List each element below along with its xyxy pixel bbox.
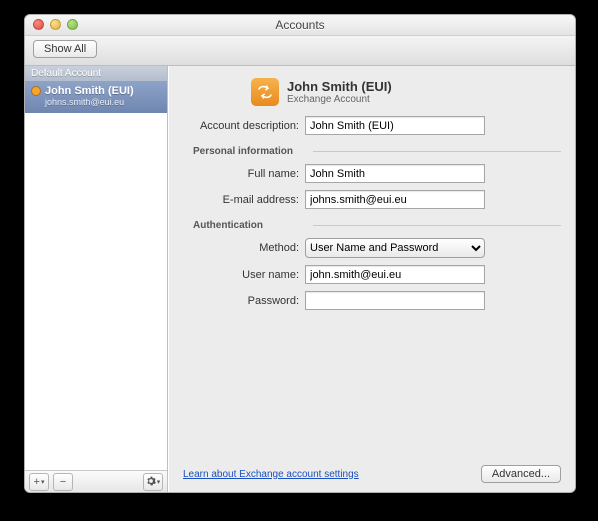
advanced-button[interactable]: Advanced... [481, 465, 561, 483]
toolbar: Show All [25, 36, 575, 66]
label-username: User name: [183, 269, 305, 281]
window-title: Accounts [25, 15, 575, 35]
chevron-down-icon: ▾ [41, 478, 45, 486]
label-method: Method: [183, 242, 305, 254]
accounts-sidebar: Default Account John Smith (EUI) johns.s… [25, 66, 168, 493]
divider [313, 225, 561, 226]
plus-icon: + [34, 476, 40, 488]
password-field[interactable] [305, 291, 485, 310]
add-account-button[interactable]: +▾ [29, 473, 49, 491]
learn-link[interactable]: Learn about Exchange account settings [183, 469, 359, 480]
label-description: Account description: [183, 120, 305, 132]
show-all-button[interactable]: Show All [33, 40, 97, 58]
sidebar-section-header: Default Account [25, 66, 167, 81]
sidebar-footer: +▾ − ▾ [25, 470, 167, 493]
auth-method-select[interactable]: User Name and Password [305, 238, 485, 258]
zoom-icon[interactable] [67, 19, 78, 30]
accounts-window: Accounts Show All Default Account John S… [24, 14, 576, 493]
user-name-field[interactable] [305, 265, 485, 284]
sidebar-account-email: johns.smith@eui.eu [45, 97, 161, 107]
account-form: Account description: Personal informatio… [183, 116, 561, 310]
sidebar-account-item[interactable]: John Smith (EUI) johns.smith@eui.eu [25, 81, 167, 113]
settings-menu-button[interactable]: ▾ [143, 473, 163, 491]
minus-icon: − [60, 476, 66, 488]
label-password: Password: [183, 295, 305, 307]
account-header: John Smith (EUI) Exchange Account [251, 78, 561, 106]
section-personal: Personal information [183, 146, 561, 157]
accounts-list[interactable]: Default Account John Smith (EUI) johns.s… [25, 66, 167, 470]
titlebar: Accounts [25, 15, 575, 36]
chevron-down-icon: ▾ [157, 478, 161, 486]
section-personal-label: Personal information [183, 146, 309, 157]
sidebar-account-name: John Smith (EUI) [45, 85, 134, 97]
exchange-icon [251, 78, 279, 106]
remove-account-button[interactable]: − [53, 473, 73, 491]
minimize-icon[interactable] [50, 19, 61, 30]
label-email: E-mail address: [183, 194, 305, 206]
divider [313, 151, 561, 152]
account-type: Exchange Account [287, 94, 392, 105]
email-field[interactable] [305, 190, 485, 209]
account-detail-pane: John Smith (EUI) Exchange Account Accoun… [168, 66, 575, 493]
section-auth-label: Authentication [183, 220, 309, 231]
gear-icon [146, 476, 156, 489]
detail-footer: Learn about Exchange account settings Ad… [183, 457, 561, 483]
section-auth: Authentication [183, 220, 561, 231]
label-fullname: Full name: [183, 168, 305, 180]
full-name-field[interactable] [305, 164, 485, 183]
account-description-field[interactable] [305, 116, 485, 135]
status-dot-icon [31, 86, 41, 96]
account-title: John Smith (EUI) [287, 79, 392, 94]
close-icon[interactable] [33, 19, 44, 30]
window-controls [33, 19, 78, 30]
